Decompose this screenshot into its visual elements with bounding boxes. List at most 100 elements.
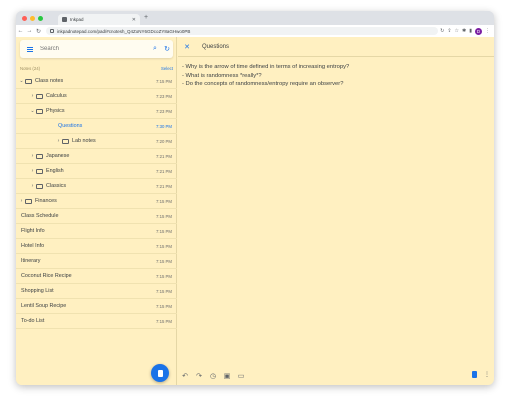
row-time: 7:23 PM: [155, 108, 172, 114]
editor-right-tools: ⋮: [472, 371, 490, 378]
browser-toolbar: ← → ↻ inkpadnotepad.com/pad/#cnotesh_Q4Z…: [16, 25, 494, 37]
row-time: 7:15 PM: [155, 303, 172, 309]
row-label: Japanese: [46, 153, 70, 159]
chevron-right-icon[interactable]: ›: [30, 153, 35, 159]
row-time: 7:15 PM: [155, 78, 172, 84]
url-text: inkpadnotepad.com/pad/#cnotesh_Q4ZoNY6GD…: [57, 28, 191, 34]
reload-button[interactable]: ↻: [34, 28, 43, 35]
row-time: 7:15 PM: [155, 258, 172, 264]
select-link[interactable]: Select: [161, 66, 173, 71]
note-title[interactable]: Questions: [202, 44, 229, 50]
note-row-flight-info[interactable]: Flight Info 7:15 PM: [16, 224, 177, 239]
menu-icon[interactable]: [23, 46, 37, 52]
folder-row-calculus[interactable]: › Calculus 7:23 PM: [16, 89, 177, 104]
row-time: 7:23 PM: [155, 93, 172, 99]
note-line: - Do the concepts of randomness/entropy …: [182, 81, 344, 88]
row-time: 7:21 PM: [155, 183, 172, 189]
row-time: 7:15 PM: [155, 318, 172, 324]
note-row-class-schedule[interactable]: Class Schedule 7:15 PM: [16, 209, 177, 224]
profile-avatar[interactable]: D: [475, 27, 482, 35]
back-button[interactable]: ←: [16, 28, 25, 34]
chevron-down-icon[interactable]: ⌄: [30, 108, 35, 114]
folder-row-english[interactable]: › English 7:21 PM: [16, 164, 177, 179]
folder-row-physics[interactable]: ⌄ Physics 7:23 PM: [16, 104, 177, 119]
row-label: Calculus: [46, 93, 67, 99]
tab-bar: Inkpad ✕ +: [16, 11, 494, 25]
folder-row-japanese[interactable]: › Japanese 7:21 PM: [16, 149, 177, 164]
browser-menu-icon[interactable]: ⋮: [485, 28, 490, 34]
row-time: 7:15 PM: [155, 213, 172, 219]
row-label: Class notes: [35, 78, 64, 84]
note-editor: ✕ Questions - Why is the arrow of time d…: [178, 37, 494, 385]
folder-row-lab-notes[interactable]: › Lab notes 7:20 PM: [16, 134, 177, 149]
more-options-icon[interactable]: ⋮: [484, 371, 490, 378]
bookmark-star-icon[interactable]: ☆: [455, 28, 459, 34]
row-label: To-do List: [21, 318, 45, 324]
close-window-button[interactable]: [22, 16, 27, 21]
notes-list: ⌄ Class notes 7:15 PM › Calculus 7:23 PM…: [16, 74, 177, 329]
folder-icon: [36, 93, 43, 99]
document-icon[interactable]: [472, 371, 477, 378]
row-label: Lentil Soup Recipe: [21, 303, 67, 309]
refresh-extension-icon[interactable]: ↻: [440, 28, 444, 34]
maximize-window-button[interactable]: [38, 16, 43, 21]
notes-sidebar: ⌕ ↻ Notes (24) Select ⌄ Class notes 7:15…: [16, 37, 177, 385]
note-body[interactable]: - Why is the arrow of time defined in te…: [182, 63, 482, 89]
image-icon[interactable]: ▣: [220, 372, 234, 380]
search-input[interactable]: [37, 46, 149, 52]
note-row-shopping-list[interactable]: Shopping List 7:15 PM: [16, 284, 177, 299]
new-tab-button[interactable]: +: [144, 14, 148, 21]
sync-icon[interactable]: ↻: [161, 45, 173, 53]
folder-row-finances[interactable]: › Finances 7:15 PM: [16, 194, 177, 209]
sidebar-toggle-icon[interactable]: ▮: [469, 28, 472, 34]
row-label: Finances: [35, 198, 57, 204]
minimize-window-button[interactable]: [30, 16, 35, 21]
address-bar[interactable]: inkpadnotepad.com/pad/#cnotesh_Q4ZoNY6GD…: [46, 27, 438, 35]
note-row-hotel-info[interactable]: Hotel Info 7:15 PM: [16, 239, 177, 254]
chevron-right-icon[interactable]: ›: [30, 183, 35, 189]
inkpad-app: ⌕ ↻ Notes (24) Select ⌄ Class notes 7:15…: [16, 37, 494, 385]
row-time: 7:21 PM: [155, 168, 172, 174]
notes-count: Notes (24): [20, 66, 41, 71]
folder-row-classics[interactable]: › Classics 7:21 PM: [16, 179, 177, 194]
note-row-to-do-list[interactable]: To-do List 7:15 PM: [16, 314, 177, 329]
label-icon[interactable]: ▭: [234, 372, 248, 380]
chevron-right-icon[interactable]: ›: [30, 168, 35, 174]
forward-button[interactable]: →: [25, 28, 34, 34]
note-line: - Why is the arrow of time defined in te…: [182, 64, 350, 70]
search-icon[interactable]: ⌕: [149, 45, 161, 53]
lock-icon: [50, 29, 54, 33]
browser-window: Inkpad ✕ + ← → ↻ inkpadnotepad.com/pad/#…: [16, 11, 494, 385]
folder-icon: [25, 78, 32, 84]
folder-icon: [36, 108, 43, 114]
close-tab-icon[interactable]: ✕: [132, 17, 136, 23]
browser-extras: ↻ ⇪ ☆ ✱ ▮ D ⋮: [440, 26, 490, 36]
row-time: 7:20 PM: [155, 138, 172, 144]
row-label: Itinerary: [21, 258, 41, 264]
browser-tab[interactable]: Inkpad ✕: [58, 14, 140, 25]
note-row-lentil-soup-recipe[interactable]: Lentil Soup Recipe 7:15 PM: [16, 299, 177, 314]
chevron-down-icon[interactable]: ⌄: [19, 78, 24, 84]
row-label: Flight Info: [21, 228, 45, 234]
undo-icon[interactable]: ↶: [178, 372, 192, 380]
folder-row-class-notes[interactable]: ⌄ Class notes 7:15 PM: [16, 74, 177, 89]
note-row-coconut-rice-recipe[interactable]: Coconut Rice Recipe 7:15 PM: [16, 269, 177, 284]
chevron-right-icon[interactable]: ›: [56, 138, 61, 144]
chevron-right-icon[interactable]: ›: [19, 198, 24, 204]
row-time: 7:21 PM: [155, 153, 172, 159]
close-note-icon[interactable]: ✕: [179, 43, 195, 51]
note-row-questions[interactable]: Questions 7:30 PM: [16, 119, 177, 134]
favicon-icon: [62, 17, 67, 22]
row-time: 7:30 PM: [155, 123, 172, 129]
row-label: Hotel Info: [21, 243, 45, 249]
note-row-itinerary[interactable]: Itinerary 7:15 PM: [16, 254, 177, 269]
history-icon[interactable]: ◷: [206, 372, 220, 380]
chevron-right-icon[interactable]: ›: [30, 93, 35, 99]
search-bar: ⌕ ↻: [20, 40, 173, 58]
row-label: English: [46, 168, 64, 174]
share-icon[interactable]: ⇪: [447, 28, 451, 34]
extensions-icon[interactable]: ✱: [462, 28, 466, 34]
row-time: 7:15 PM: [155, 288, 172, 294]
redo-icon[interactable]: ↷: [192, 372, 206, 380]
new-note-button[interactable]: [151, 364, 169, 382]
